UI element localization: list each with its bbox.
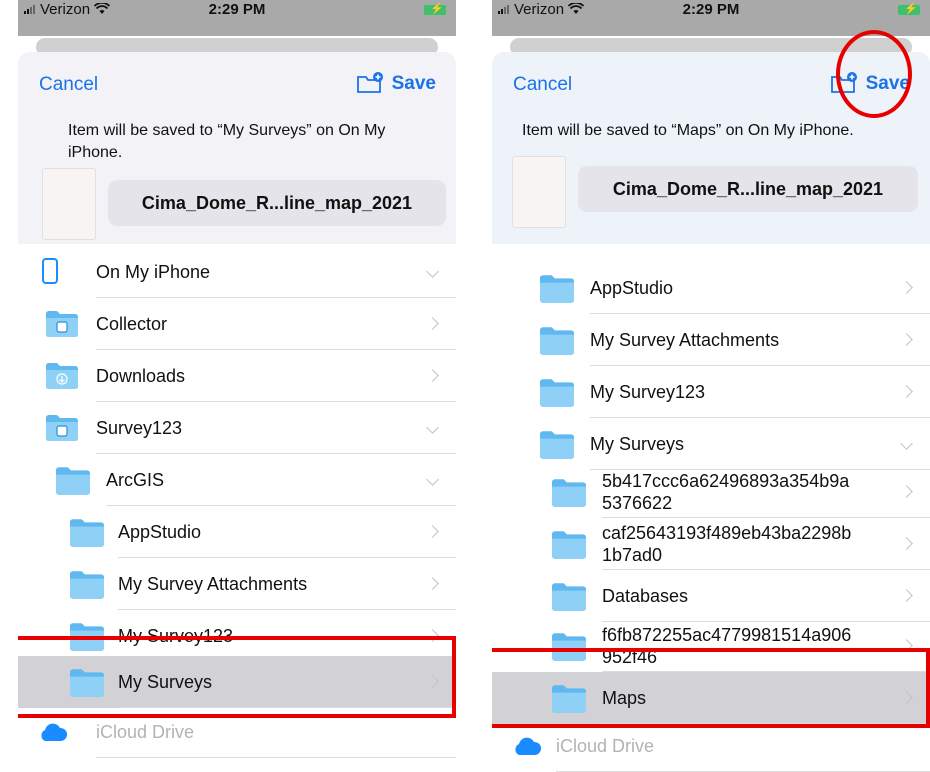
file-name-field[interactable]: Cima_Dome_R...line_map_2021 (578, 166, 918, 212)
status-time: 2:29 PM (208, 1, 266, 18)
list-item-label-line: 5376622 (602, 493, 673, 513)
folder-plus-icon[interactable] (356, 72, 384, 94)
list-item-caf25643193f489eb43ba2298b1b7ad0[interactable]: caf25643193f489eb43ba2298b 1b7ad0 (492, 518, 930, 570)
chevron-down-icon[interactable] (424, 246, 440, 298)
list-item-5b417ccc6a62496893a354b9a5376622[interactable]: 5b417ccc6a62496893a354b9a 5376622 (492, 466, 930, 518)
cloud-icon (38, 722, 68, 747)
list-item-label: Survey123 (96, 418, 183, 438)
chevron-right-icon[interactable] (424, 506, 440, 558)
chevron-right-icon[interactable] (424, 298, 440, 350)
list-item-label-line: 1b7ad0 (602, 545, 663, 565)
folder-icon (70, 571, 104, 604)
chevron-right-icon[interactable] (898, 366, 914, 418)
chevron-down-icon[interactable] (424, 402, 440, 454)
folder-icon (552, 531, 586, 564)
list-item-downloads[interactable]: Downloads (18, 350, 456, 402)
file-thumbnail (42, 168, 96, 240)
folder-icon (552, 479, 586, 512)
list-item-label: Databases (602, 586, 689, 606)
file-thumbnail (512, 156, 566, 228)
chevron-right-icon[interactable] (424, 350, 440, 402)
list-item-label: ArcGIS (106, 470, 165, 490)
chevron-right-icon[interactable] (898, 466, 914, 518)
right-screenshot: Verizon 2:29 PM ⚡ Cancel Save Item will … (492, 0, 930, 772)
cloud-icon (512, 736, 542, 761)
chevron-right-icon[interactable] (898, 314, 914, 366)
chevron-right-icon[interactable] (898, 262, 914, 314)
status-time: 2:29 PM (682, 1, 740, 18)
folder-icon (540, 275, 574, 308)
save-destination-info: Item will be saved to “My Surveys” on On… (68, 122, 386, 161)
list-item-survey123[interactable]: Survey123 (18, 402, 456, 454)
list-item-my-surveys[interactable]: My Surveys (492, 418, 930, 470)
cancel-button[interactable]: Cancel (39, 74, 98, 96)
list-item-label: Downloads (96, 366, 186, 386)
phone-icon (42, 258, 58, 289)
list-item-my-survey-attachments[interactable]: My Survey Attachments (18, 558, 456, 610)
chevron-right-icon[interactable] (424, 558, 440, 610)
folder-icon (540, 327, 574, 360)
list-item-label: AppStudio (118, 522, 202, 542)
status-bar: Verizon 2:29 PM ⚡ (18, 0, 456, 36)
sheet-header: Cancel Save Item will be saved to “My Su… (18, 52, 456, 244)
list-item-label-line: 5b417ccc6a62496893a354b9a (602, 471, 850, 491)
list-item-label: My Surveys (590, 434, 685, 454)
list-item-label: On My iPhone (96, 262, 211, 282)
chevron-right-icon[interactable] (898, 518, 914, 570)
list-item-label: My Survey Attachments (590, 330, 780, 350)
list-item-label: 5b417ccc6a62496893a354b9a 5376622 (602, 470, 849, 514)
folder-icon (540, 431, 574, 464)
highlight-circle (836, 30, 912, 118)
list-item-label: AppStudio (590, 278, 674, 298)
list-item-label: caf25643193f489eb43ba2298b 1b7ad0 (602, 522, 851, 566)
folder-icon (552, 583, 586, 616)
folder-icon (540, 379, 574, 412)
list-item-appstudio[interactable]: AppStudio (492, 262, 930, 314)
save-destination-info: Item will be saved to “Maps” on On My iP… (522, 122, 854, 139)
cancel-button[interactable]: Cancel (513, 74, 572, 96)
highlight-box (18, 636, 456, 718)
list-item-databases[interactable]: Databases (492, 570, 930, 622)
list-item-my-survey-attachments[interactable]: My Survey Attachments (492, 314, 930, 366)
list-item-collector[interactable]: Collector (18, 298, 456, 350)
app-folder-icon (46, 415, 78, 446)
list-item-label: Collector (96, 314, 168, 334)
list-item-label-line: f6fb872255ac4779981514a906 (602, 625, 852, 645)
download-folder-icon (46, 363, 78, 394)
list-item-arcgis[interactable]: ArcGIS (18, 454, 456, 506)
list-item-my-survey123[interactable]: My Survey123 (492, 366, 930, 418)
battery-icon: ⚡ (424, 3, 446, 15)
list-item-label-line: caf25643193f489eb43ba2298b (602, 523, 852, 543)
row-separator (96, 757, 456, 758)
list-item-appstudio[interactable]: AppStudio (18, 506, 456, 558)
left-screenshot: Verizon 2:29 PM ⚡ Cancel Save Item will … (18, 0, 456, 772)
chevron-right-icon[interactable] (898, 570, 914, 622)
file-name-field[interactable]: Cima_Dome_R...line_map_2021 (108, 180, 446, 226)
chevron-down-icon[interactable] (424, 454, 440, 506)
list-item-label: My Survey Attachments (118, 574, 308, 594)
folder-icon (56, 467, 90, 500)
chevron-down-icon[interactable] (898, 418, 914, 470)
highlight-box (492, 648, 930, 728)
list-item-on-my-iphone[interactable]: On My iPhone (18, 246, 456, 298)
list-item-label: My Survey123 (590, 382, 706, 402)
battery-icon: ⚡ (898, 3, 920, 15)
folder-icon (70, 519, 104, 552)
app-folder-icon (46, 311, 78, 342)
save-button[interactable]: Save (392, 73, 436, 95)
